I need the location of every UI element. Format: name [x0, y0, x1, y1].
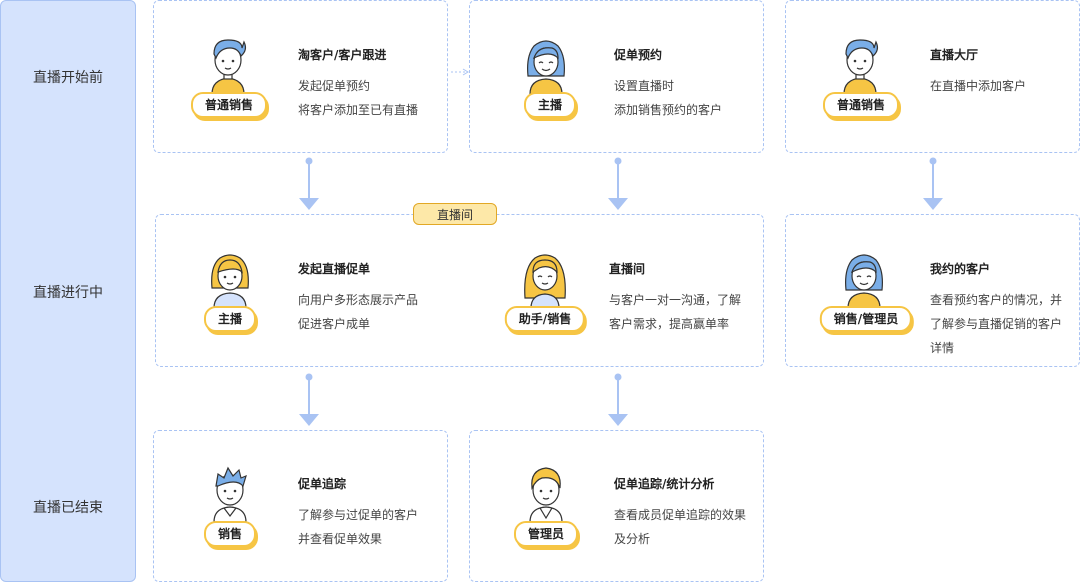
card-desc-line: 查看成员促单追踪的效果: [614, 508, 747, 522]
anchor-female-avatar-icon: [211, 254, 249, 308]
card-desc-line: 将客户添加至已有直播: [298, 103, 419, 117]
role-badge: 助手/销售: [504, 306, 586, 332]
phase-during-live: 直播进行中: [33, 285, 103, 301]
card-desc-line: 在直播中添加客户: [930, 79, 1027, 93]
card-title: 发起直播促单: [298, 262, 371, 276]
card-desc-line: 及分析: [614, 532, 651, 546]
card-title: 淘客户/客户跟进: [298, 48, 387, 62]
live-room-tag: 直播间: [413, 203, 497, 225]
card-title: 直播间: [609, 262, 646, 276]
arrow-down-3: [923, 157, 943, 210]
anchor-female-avatar-icon: [527, 40, 565, 94]
card-desc-line: 设置直播时: [614, 79, 675, 93]
role-badge: 主播: [203, 306, 257, 332]
card-desc-line: 与客户一对一沟通，了解: [609, 293, 742, 307]
card-desc-line: 了解参与过促单的客户: [298, 508, 419, 522]
sales-admin-female-avatar-icon: [845, 254, 883, 308]
phase-before-live: 直播开始前: [33, 70, 103, 86]
admin-male-avatar-icon: [529, 467, 563, 522]
card-desc-line: 添加销售预约的客户: [614, 103, 723, 117]
arrow-down-4: [299, 373, 319, 426]
sales-male-avatar-icon: [211, 39, 247, 94]
role-badge: 管理员: [513, 521, 579, 547]
card-title: 我约的客户: [930, 262, 991, 276]
card-desc-line: 向用户多形态展示产品: [298, 293, 419, 307]
role-badge: 主播: [523, 92, 577, 118]
arrow-down-1: [299, 157, 319, 210]
role-badge: 销售: [203, 521, 257, 547]
card-desc-line: 发起促单预约: [298, 79, 371, 93]
sales-male-avatar-icon: [213, 466, 247, 522]
card-title: 促单预约: [614, 48, 663, 62]
card-desc-line: 客户需求，提高赢单率: [609, 317, 730, 331]
role-badge: 普通销售: [822, 92, 900, 118]
arrow-down-5: [608, 373, 628, 426]
assistant-female-avatar-icon: [524, 254, 566, 308]
role-badge: 销售/管理员: [819, 306, 913, 332]
connector-arrow-right: [451, 68, 469, 76]
phase-after-live: 直播已结束: [33, 500, 103, 516]
card-title: 促单追踪/统计分析: [614, 477, 715, 491]
arrow-down-2: [608, 157, 628, 210]
card-desc-line: 并查看促单效果: [298, 532, 383, 546]
card-title: 促单追踪: [298, 477, 347, 491]
card-desc-line: 查看预约客户的情况，并了解参与直播促销的客户详情: [930, 293, 1063, 355]
card-title: 直播大厅: [930, 48, 979, 62]
role-badge: 普通销售: [190, 92, 268, 118]
card-desc-line: 促进客户成单: [298, 317, 371, 331]
sales-male-avatar-icon: [843, 39, 879, 94]
